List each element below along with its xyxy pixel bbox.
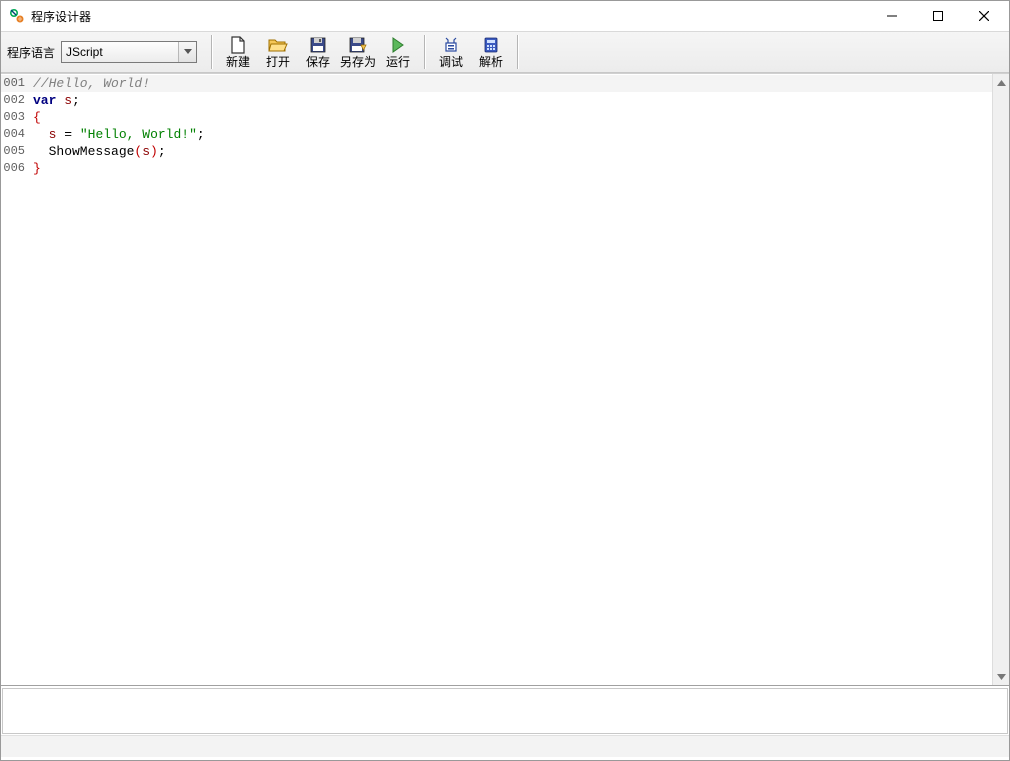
code-line[interactable]: 004 s = "Hello, World!";	[1, 126, 992, 143]
vertical-scrollbar[interactable]	[992, 74, 1009, 685]
scroll-up-icon[interactable]	[993, 74, 1009, 91]
line-number: 005	[1, 143, 31, 160]
line-text: s = "Hello, World!";	[31, 126, 205, 143]
open-label: 打开	[266, 56, 290, 68]
app-icon	[9, 8, 25, 24]
debug-icon	[441, 36, 461, 54]
line-text: {	[31, 109, 41, 126]
title-bar[interactable]: 程序设计器	[1, 1, 1009, 31]
minimize-button[interactable]	[869, 1, 915, 31]
line-number: 006	[1, 160, 31, 177]
code-editor[interactable]: 001//Hello, World!002var s;003{004 s = "…	[1, 74, 992, 685]
save-label: 保存	[306, 56, 330, 68]
code-line[interactable]: 006}	[1, 160, 992, 177]
run-play-icon	[388, 36, 408, 54]
dropdown-arrow-icon	[178, 42, 196, 62]
run-button[interactable]: 运行	[378, 33, 418, 71]
toolbar-separator	[211, 35, 212, 69]
open-button[interactable]: 打开	[258, 33, 298, 71]
editor-wrap: 001//Hello, World!002var s;003{004 s = "…	[1, 73, 1009, 760]
toolbar: 程序语言 JScript 新建 打开 保存	[1, 31, 1009, 73]
debug-button[interactable]: 调试	[431, 33, 471, 71]
save-disk-icon	[308, 36, 328, 54]
new-file-icon	[228, 36, 248, 54]
line-number: 004	[1, 126, 31, 143]
editor-area: 001//Hello, World!002var s;003{004 s = "…	[1, 74, 1009, 686]
line-number: 002	[1, 92, 31, 109]
new-label: 新建	[226, 56, 250, 68]
line-text: //Hello, World!	[31, 75, 150, 92]
toolbar-separator	[424, 35, 425, 69]
status-bar	[1, 735, 1009, 757]
run-label: 运行	[386, 56, 410, 68]
saveas-button[interactable]: 另存为	[338, 33, 378, 71]
line-number: 001	[1, 75, 31, 92]
maximize-button[interactable]	[915, 1, 961, 31]
window-title: 程序设计器	[31, 8, 91, 25]
app-window: 程序设计器 程序语言 JScript 新建	[0, 0, 1010, 761]
line-text: }	[31, 160, 41, 177]
saveas-disk-icon	[348, 36, 368, 54]
open-folder-icon	[268, 36, 288, 54]
output-panel[interactable]	[2, 688, 1008, 734]
code-line[interactable]: 005 ShowMessage(s);	[1, 143, 992, 160]
parse-button[interactable]: 解析	[471, 33, 511, 71]
parse-label: 解析	[479, 56, 503, 68]
new-button[interactable]: 新建	[218, 33, 258, 71]
line-number: 003	[1, 109, 31, 126]
parse-calc-icon	[481, 36, 501, 54]
toolbar-separator	[517, 35, 518, 69]
line-text: var s;	[31, 92, 80, 109]
language-value: JScript	[66, 45, 103, 59]
code-line[interactable]: 003{	[1, 109, 992, 126]
line-text: ShowMessage(s);	[31, 143, 166, 160]
language-select[interactable]: JScript	[61, 41, 197, 63]
debug-label: 调试	[439, 56, 463, 68]
saveas-label: 另存为	[340, 56, 376, 68]
language-label: 程序语言	[5, 44, 61, 61]
scroll-down-icon[interactable]	[993, 668, 1009, 685]
save-button[interactable]: 保存	[298, 33, 338, 71]
status-panel	[1, 686, 1009, 760]
code-line[interactable]: 001//Hello, World!	[1, 75, 992, 92]
close-button[interactable]	[961, 1, 1007, 31]
code-line[interactable]: 002var s;	[1, 92, 992, 109]
